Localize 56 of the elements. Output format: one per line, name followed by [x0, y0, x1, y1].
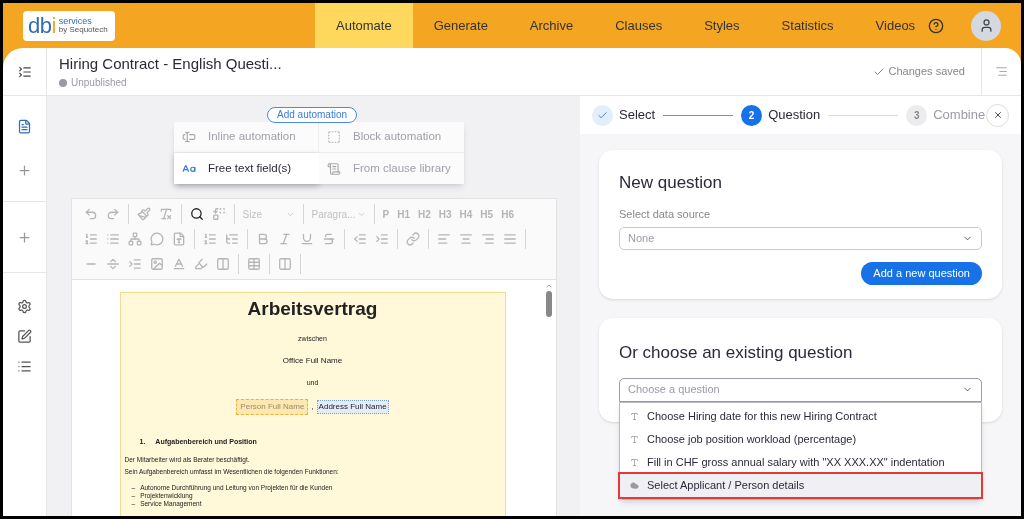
avatar-button[interactable]	[971, 10, 1001, 41]
edit-icon[interactable]	[17, 329, 32, 344]
page-text: Office Full Name	[281, 355, 344, 367]
sidebar-toggle-icon[interactable]	[17, 64, 32, 79]
close-icon	[992, 110, 1003, 120]
card-title: Or choose an existing question	[619, 342, 854, 364]
field-label: Select data source	[619, 206, 712, 222]
add-automation-button[interactable]: Add automation	[267, 107, 358, 123]
stepper-step: 3 Combine	[906, 104, 986, 126]
person-name-field[interactable]: Person Full Name	[236, 398, 309, 415]
outline-icon[interactable]	[995, 65, 1008, 78]
list-icon[interactable]	[17, 359, 32, 374]
card-title: New question	[619, 172, 723, 194]
save-status: Changes saved	[888, 64, 965, 80]
automation-option[interactable]: Inline automation	[174, 122, 319, 153]
text-type-icon	[630, 457, 639, 467]
nav-tab[interactable]: Statistics	[760, 3, 855, 48]
check-icon	[597, 109, 608, 121]
question-option[interactable]: Select Applicant / Person details	[620, 473, 981, 497]
question-option[interactable]: Fill in CHF gross annual salary with "XX XXX.XX" indentation	[620, 450, 981, 474]
automation-option[interactable]: Free text field(s)	[174, 153, 319, 184]
document-icon[interactable]	[17, 118, 32, 134]
page-text: ,	[311, 400, 314, 413]
automation-option[interactable]: Block automation	[319, 122, 464, 153]
nav-tab[interactable]: Videos	[854, 3, 937, 48]
automation-option[interactable]: From clause library	[319, 153, 464, 184]
stepper-step: 2 Question	[741, 104, 821, 126]
data-source-select[interactable]: None	[619, 227, 982, 250]
nav-tab[interactable]: Automate	[315, 3, 413, 48]
add-icon[interactable]	[17, 229, 32, 245]
dashed-square-plus-icon	[327, 130, 341, 144]
nav-tab[interactable]: Generate	[412, 3, 509, 48]
nav-tab[interactable]: Styles	[683, 3, 761, 48]
scroll-up-icon[interactable]	[544, 282, 553, 290]
address-name-field[interactable]: Address Full Name	[316, 399, 389, 414]
cloud-icon	[630, 480, 639, 490]
add-icon[interactable]	[17, 163, 32, 179]
scrollbar-thumb[interactable]	[545, 291, 552, 317]
nav-tab[interactable]: Archive	[508, 3, 595, 48]
stepper-step: Select	[592, 104, 656, 126]
close-button[interactable]	[986, 103, 1009, 127]
nav-tab[interactable]: Clauses	[594, 3, 684, 48]
document-title: Hiring Contract - English Questi...	[59, 53, 282, 74]
text-type-icon	[630, 411, 639, 421]
text-type-icon	[630, 434, 639, 444]
scroll-icon	[327, 161, 341, 176]
text-cursor-icon	[182, 130, 196, 144]
status-label: Unpublished	[71, 76, 127, 91]
add-question-button[interactable]: Add a new question	[861, 262, 982, 285]
help-icon[interactable]	[928, 17, 945, 34]
user-icon	[978, 18, 994, 33]
settings-icon[interactable]	[17, 299, 32, 314]
question-option[interactable]: Choose Hiring date for this new Hiring Contract	[620, 404, 981, 428]
question-option[interactable]: Choose job position workload (percentage)	[620, 427, 981, 451]
question-select[interactable]: Choose a question	[619, 377, 982, 402]
page-title: Arbeitsvertrag	[246, 297, 379, 321]
